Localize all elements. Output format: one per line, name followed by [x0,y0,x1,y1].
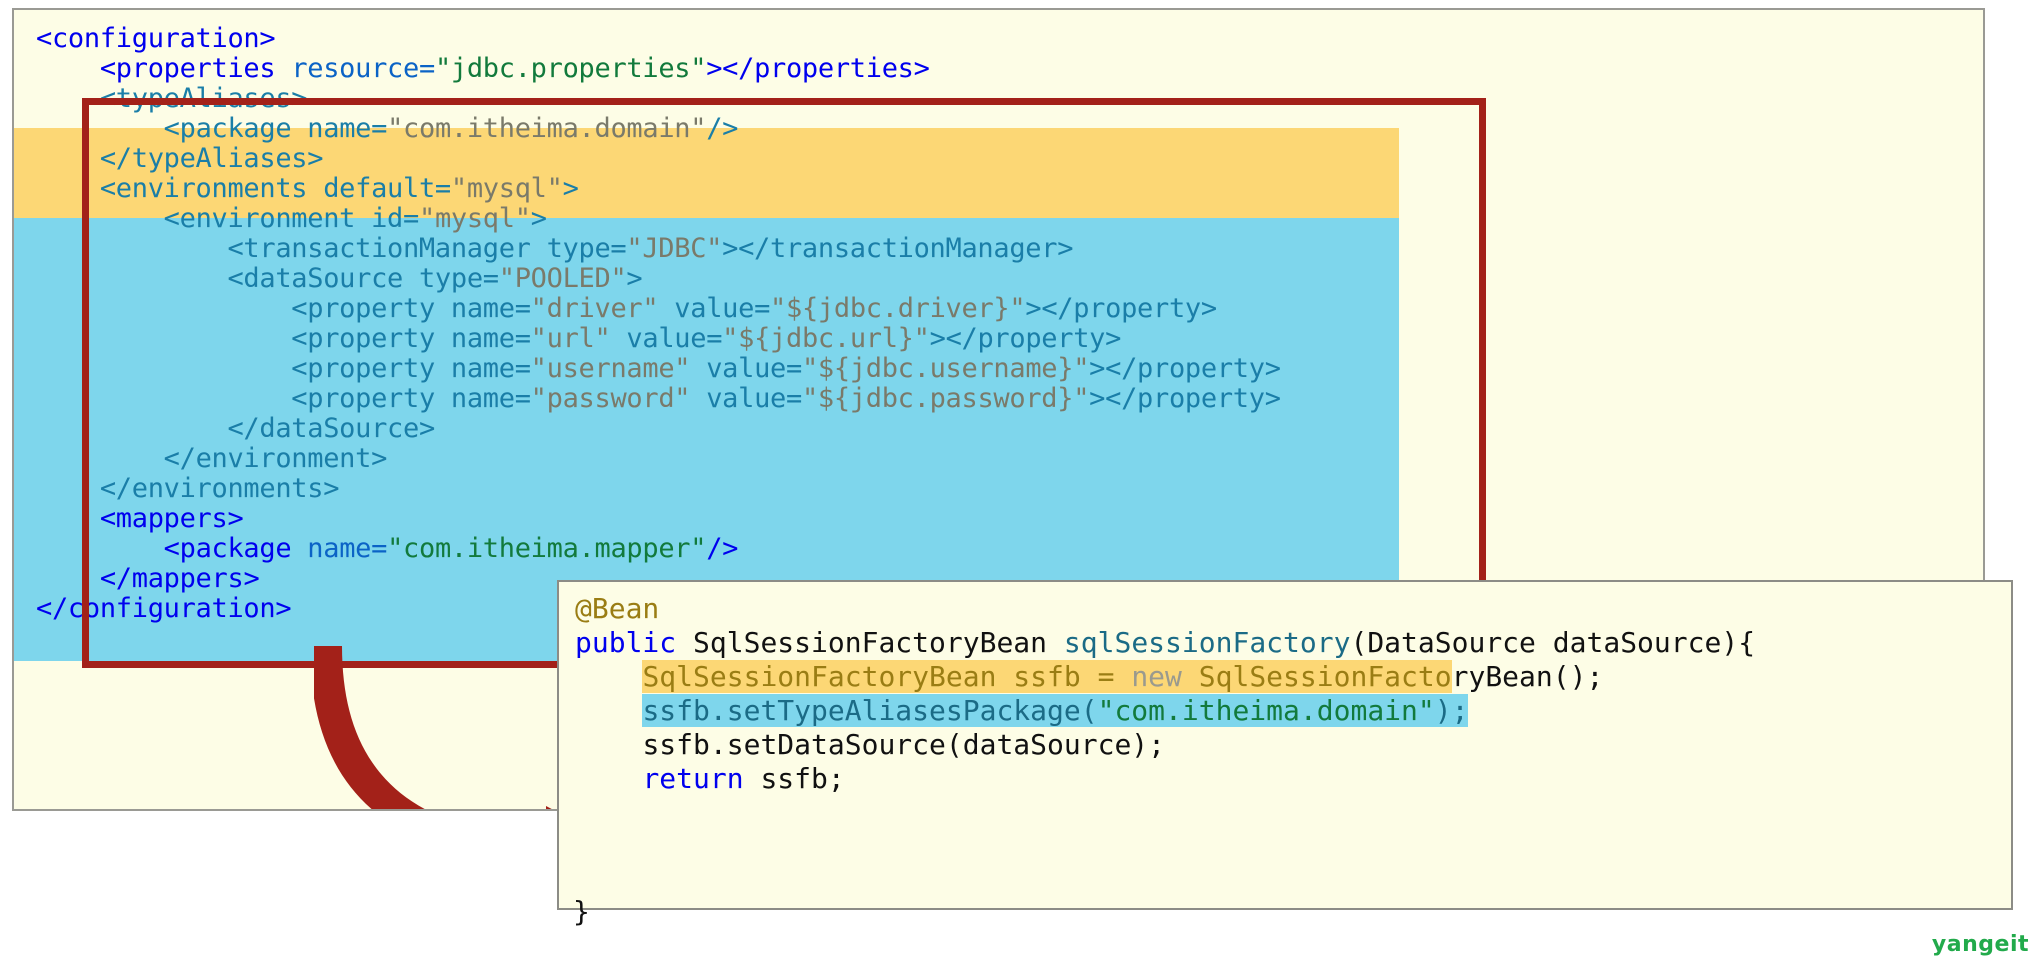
xml-code-line: <package name="com.itheima.domain"/> [163,113,739,144]
xml-code-line: <typeAliases> [99,83,308,114]
xml-code-line: <property name="username" value="${jdbc.… [291,353,1281,384]
xml-code-line: <environments default="mysql"> [99,173,579,204]
xml-code-line: <property name="driver" value="${jdbc.dr… [291,293,1217,324]
xml-code-line: <transactionManager type="JDBC"></transa… [227,233,1074,264]
xml-code-line: <environment id="mysql"> [163,203,547,234]
xml-code-line: <property name="password" value="${jdbc.… [291,383,1281,414]
xml-code-line: <dataSource type="POOLED"> [227,263,643,294]
java-annotation-bean: @Bean [575,592,660,625]
java-line-new-ssfb: SqlSessionFactoryBean ssfb = new SqlSess… [642,660,1604,693]
xml-code-line: <property name="url" value="${jdbc.url}"… [291,323,1122,354]
java-line-return: return ssfb; [642,762,845,795]
java-line-settypealiasespackage: ssfb.setTypeAliasesPackage("com.itheima.… [642,694,1469,727]
watermark-label: yangeit [1931,932,2029,957]
xml-code-block: <configuration> <properties resource="jd… [36,24,1281,624]
xml-code-line: </environment> [163,443,388,474]
java-config-snippet-panel: @Bean public SqlSessionFactoryBean sqlSes… [557,580,2013,910]
java-line-setdatasource: ssfb.setDataSource(dataSource); [642,728,1166,761]
java-closing-brace: } [573,895,590,928]
xml-code-line: <package name="com.itheima.mapper"/> [163,533,739,564]
xml-code-line: <properties resource="jdbc.properties"><… [99,53,930,84]
xml-code-line: <mappers> [99,503,244,534]
xml-code-line: </typeAliases> [99,143,324,174]
xml-code-line: <configuration> [36,23,276,54]
xml-code-line: </environments> [99,473,340,504]
java-method-signature: public SqlSessionFactoryBean sqlSessionF… [575,626,1756,659]
xml-code-line: </dataSource> [227,413,435,444]
java-code-block: @Bean public SqlSessionFactoryBean sqlSes… [575,592,1995,796]
